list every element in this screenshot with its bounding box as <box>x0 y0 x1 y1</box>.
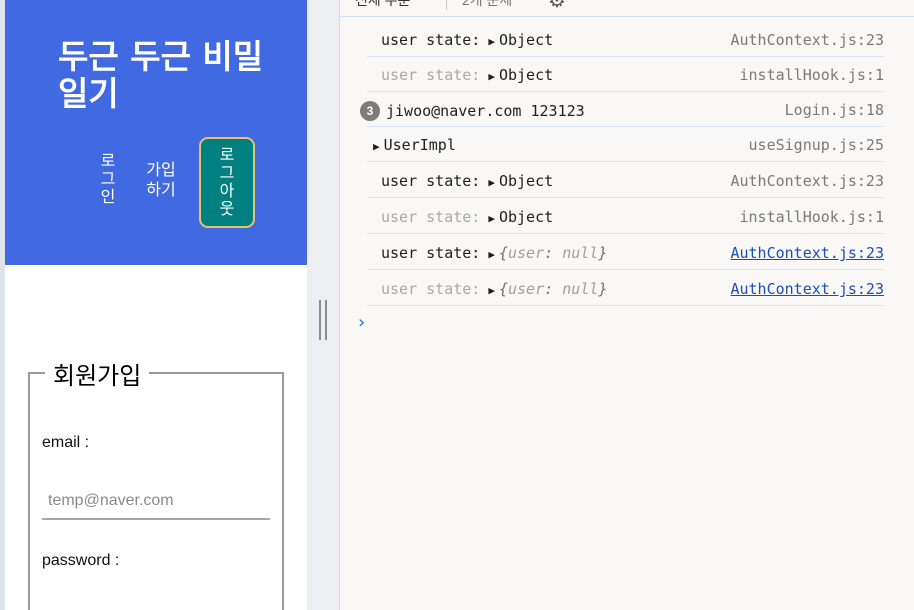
log-text: jiwoo@naver.com 123123 <box>386 102 585 120</box>
gear-icon[interactable]: ⚙ <box>548 0 566 13</box>
expand-triangle-icon[interactable]: ▶ <box>488 248 495 261</box>
expand-triangle-icon[interactable]: ▶ <box>488 35 495 48</box>
log-inline-object[interactable]: {user: null} <box>499 244 607 262</box>
console-prompt[interactable]: › <box>356 312 367 333</box>
email-input[interactable] <box>42 484 270 520</box>
log-key: user state: <box>381 31 481 49</box>
log-source[interactable]: useSignup.js:25 <box>749 136 884 154</box>
console-log-row: user state: ▶ {user: null} AuthContext.js:… <box>367 235 884 270</box>
app-page: 두근 두근 비밀일기 로 그 인 가입 하기 로 그 아 웃 회원가입 emai… <box>5 0 307 610</box>
expand-triangle-icon[interactable]: ▶ <box>488 212 495 225</box>
expand-triangle-icon[interactable]: ▶ <box>488 70 495 83</box>
console-log-row: ▶ UserImpl useSignup.js:25 <box>367 127 884 162</box>
issues-counter[interactable]: 2개 문제 <box>462 0 512 10</box>
toolbar-divider <box>446 0 447 10</box>
nav-login-link[interactable]: 로 그 인 <box>99 152 117 206</box>
devtools-console: 전체 수준 2개 문제 ⚙ user state: ▶ Object AuthCon… <box>340 0 914 610</box>
console-log-row: user state: ▶ Object installHook.js:1 <box>367 57 884 92</box>
email-label: email : <box>42 434 90 451</box>
password-label: password : <box>42 552 120 569</box>
repeat-count-badge: 3 <box>360 101 380 121</box>
logout-button[interactable]: 로 그 아 웃 <box>199 137 255 228</box>
log-object[interactable]: UserImpl <box>384 136 456 154</box>
app-header: 두근 두근 비밀일기 로 그 인 가입 하기 로 그 아 웃 <box>5 0 307 265</box>
log-object[interactable]: Object <box>499 208 553 226</box>
app-title: 두근 두근 비밀일기 <box>58 37 264 113</box>
log-inline-object[interactable]: {user: null} <box>499 280 607 298</box>
panel-splitter <box>307 0 340 610</box>
console-log-row: user state: ▶ Object AuthContext.js:23 <box>367 22 884 57</box>
log-object[interactable]: Object <box>499 172 553 190</box>
console-log-row: user state: ▶ {user: null} AuthContext.js:… <box>367 271 884 306</box>
log-source[interactable]: AuthContext.js:23 <box>730 172 884 190</box>
expand-triangle-icon[interactable]: ▶ <box>488 176 495 189</box>
console-log-row: user state: ▶ Object AuthContext.js:23 <box>367 163 884 198</box>
expand-triangle-icon[interactable]: ▶ <box>488 284 495 297</box>
expand-triangle-icon[interactable]: ▶ <box>373 140 380 153</box>
console-log-row: 3 jiwoo@naver.com 123123 Login.js:18 <box>360 92 884 127</box>
console-toolbar: 전체 수준 2개 문제 ⚙ <box>340 0 914 17</box>
log-object[interactable]: Object <box>499 66 553 84</box>
log-key: user state: <box>381 280 481 298</box>
log-key: user state: <box>381 244 481 262</box>
log-key: user state: <box>381 66 481 84</box>
splitter-drag-handle[interactable] <box>319 300 327 340</box>
log-source[interactable]: installHook.js:1 <box>740 208 885 226</box>
log-levels-dropdown[interactable]: 전체 수준 <box>355 0 410 10</box>
log-source-link[interactable]: AuthContext.js:23 <box>730 280 884 298</box>
nav-signup-link[interactable]: 가입 하기 <box>141 160 181 200</box>
signup-legend: 회원가입 <box>45 356 150 391</box>
log-object[interactable]: Object <box>499 31 553 49</box>
log-source[interactable]: installHook.js:1 <box>740 66 885 84</box>
log-key: user state: <box>381 208 481 226</box>
log-source-link[interactable]: AuthContext.js:23 <box>730 244 884 262</box>
log-key: user state: <box>381 172 481 190</box>
log-source[interactable]: AuthContext.js:23 <box>730 31 884 49</box>
log-source[interactable]: Login.js:18 <box>785 101 884 119</box>
console-log-row: user state: ▶ Object installHook.js:1 <box>367 199 884 234</box>
